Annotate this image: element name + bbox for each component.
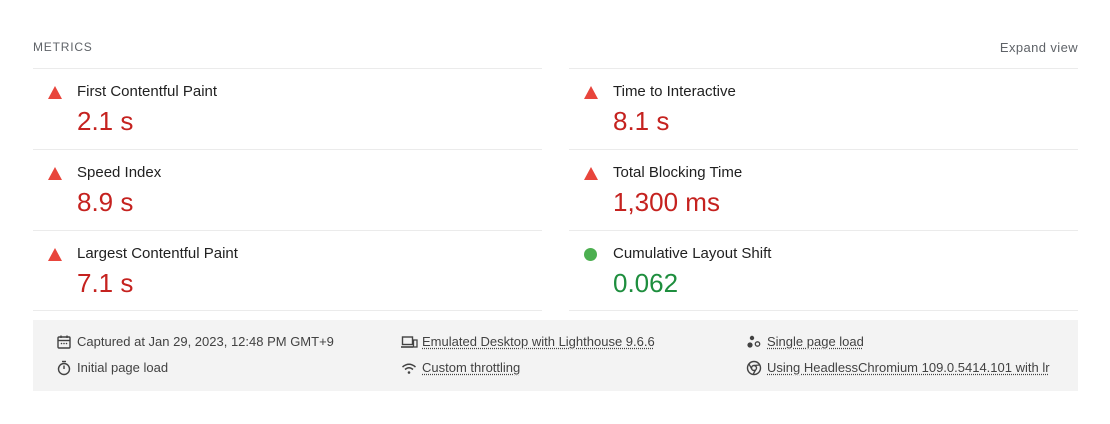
throttling-item[interactable]: Custom throttling — [401, 359, 721, 377]
metric-value: 7.1 s — [77, 268, 134, 298]
expand-view-button[interactable]: Expand view — [1000, 40, 1078, 55]
metric-first-contentful-paint: First Contentful Paint 2.1 s — [33, 68, 542, 149]
metric-value: 2.1 s — [77, 106, 134, 136]
metrics-title: METRICS — [33, 40, 93, 54]
emulated-desktop-link[interactable]: Emulated Desktop with Lighthouse 9.6.6 — [422, 334, 655, 349]
initial-load-text: Initial page load — [77, 360, 169, 375]
metric-speed-index: Speed Index 8.9 s — [33, 149, 542, 230]
devices-icon — [401, 334, 418, 350]
wifi-icon — [401, 360, 417, 376]
metric-label: Time to Interactive — [613, 83, 736, 100]
chrome-icon — [746, 360, 762, 376]
metric-total-blocking-time: Total Blocking Time 1,300 ms — [569, 149, 1078, 230]
metric-value: 8.9 s — [77, 187, 134, 217]
stopwatch-icon — [56, 360, 72, 376]
fail-triangle-icon — [584, 85, 598, 99]
fail-triangle-icon — [584, 166, 598, 180]
metric-label: Total Blocking Time — [613, 164, 743, 181]
metric-label: First Contentful Paint — [77, 83, 218, 100]
metric-largest-contentful-paint: Largest Contentful Paint 7.1 s — [33, 230, 542, 311]
nodes-icon — [746, 334, 762, 350]
metric-cumulative-layout-shift: Cumulative Layout Shift 0.062 — [569, 230, 1078, 311]
emulated-desktop-item[interactable]: Emulated Desktop with Lighthouse 9.6.6 — [401, 333, 721, 351]
fail-triangle-icon — [48, 247, 62, 261]
browser-link[interactable]: Using HeadlessChromium 109.0.5414.101 wi… — [767, 360, 1050, 375]
metrics-header: METRICS Expand view — [33, 40, 1078, 56]
metric-label: Cumulative Layout Shift — [613, 245, 772, 262]
captured-at-text: Captured at Jan 29, 2023, 12:48 PM GMT+9 — [77, 334, 334, 349]
browser-item[interactable]: Using HeadlessChromium 109.0.5414.101 wi… — [746, 359, 1071, 377]
metrics-column-left: First Contentful Paint 2.1 s Speed Index… — [33, 68, 542, 311]
single-page-item[interactable]: Single page load — [746, 333, 1071, 351]
throttling-link[interactable]: Custom throttling — [422, 360, 520, 375]
runtime-settings-footer: Captured at Jan 29, 2023, 12:48 PM GMT+9… — [33, 320, 1078, 391]
captured-at-item: Captured at Jan 29, 2023, 12:48 PM GMT+9 — [56, 333, 376, 351]
single-page-link[interactable]: Single page load — [767, 334, 864, 349]
metric-label: Largest Contentful Paint — [77, 245, 238, 262]
calendar-icon — [56, 334, 72, 350]
fail-triangle-icon — [48, 85, 62, 99]
metrics-column-right: Time to Interactive 8.1 s Total Blocking… — [569, 68, 1078, 311]
pass-circle-icon — [584, 247, 598, 261]
metric-value: 1,300 ms — [613, 187, 720, 217]
metric-time-to-interactive: Time to Interactive 8.1 s — [569, 68, 1078, 149]
metric-value: 8.1 s — [613, 106, 670, 136]
metric-label: Speed Index — [77, 164, 162, 181]
initial-load-item: Initial page load — [56, 359, 376, 377]
fail-triangle-icon — [48, 166, 62, 180]
metric-value: 0.062 — [613, 268, 679, 298]
